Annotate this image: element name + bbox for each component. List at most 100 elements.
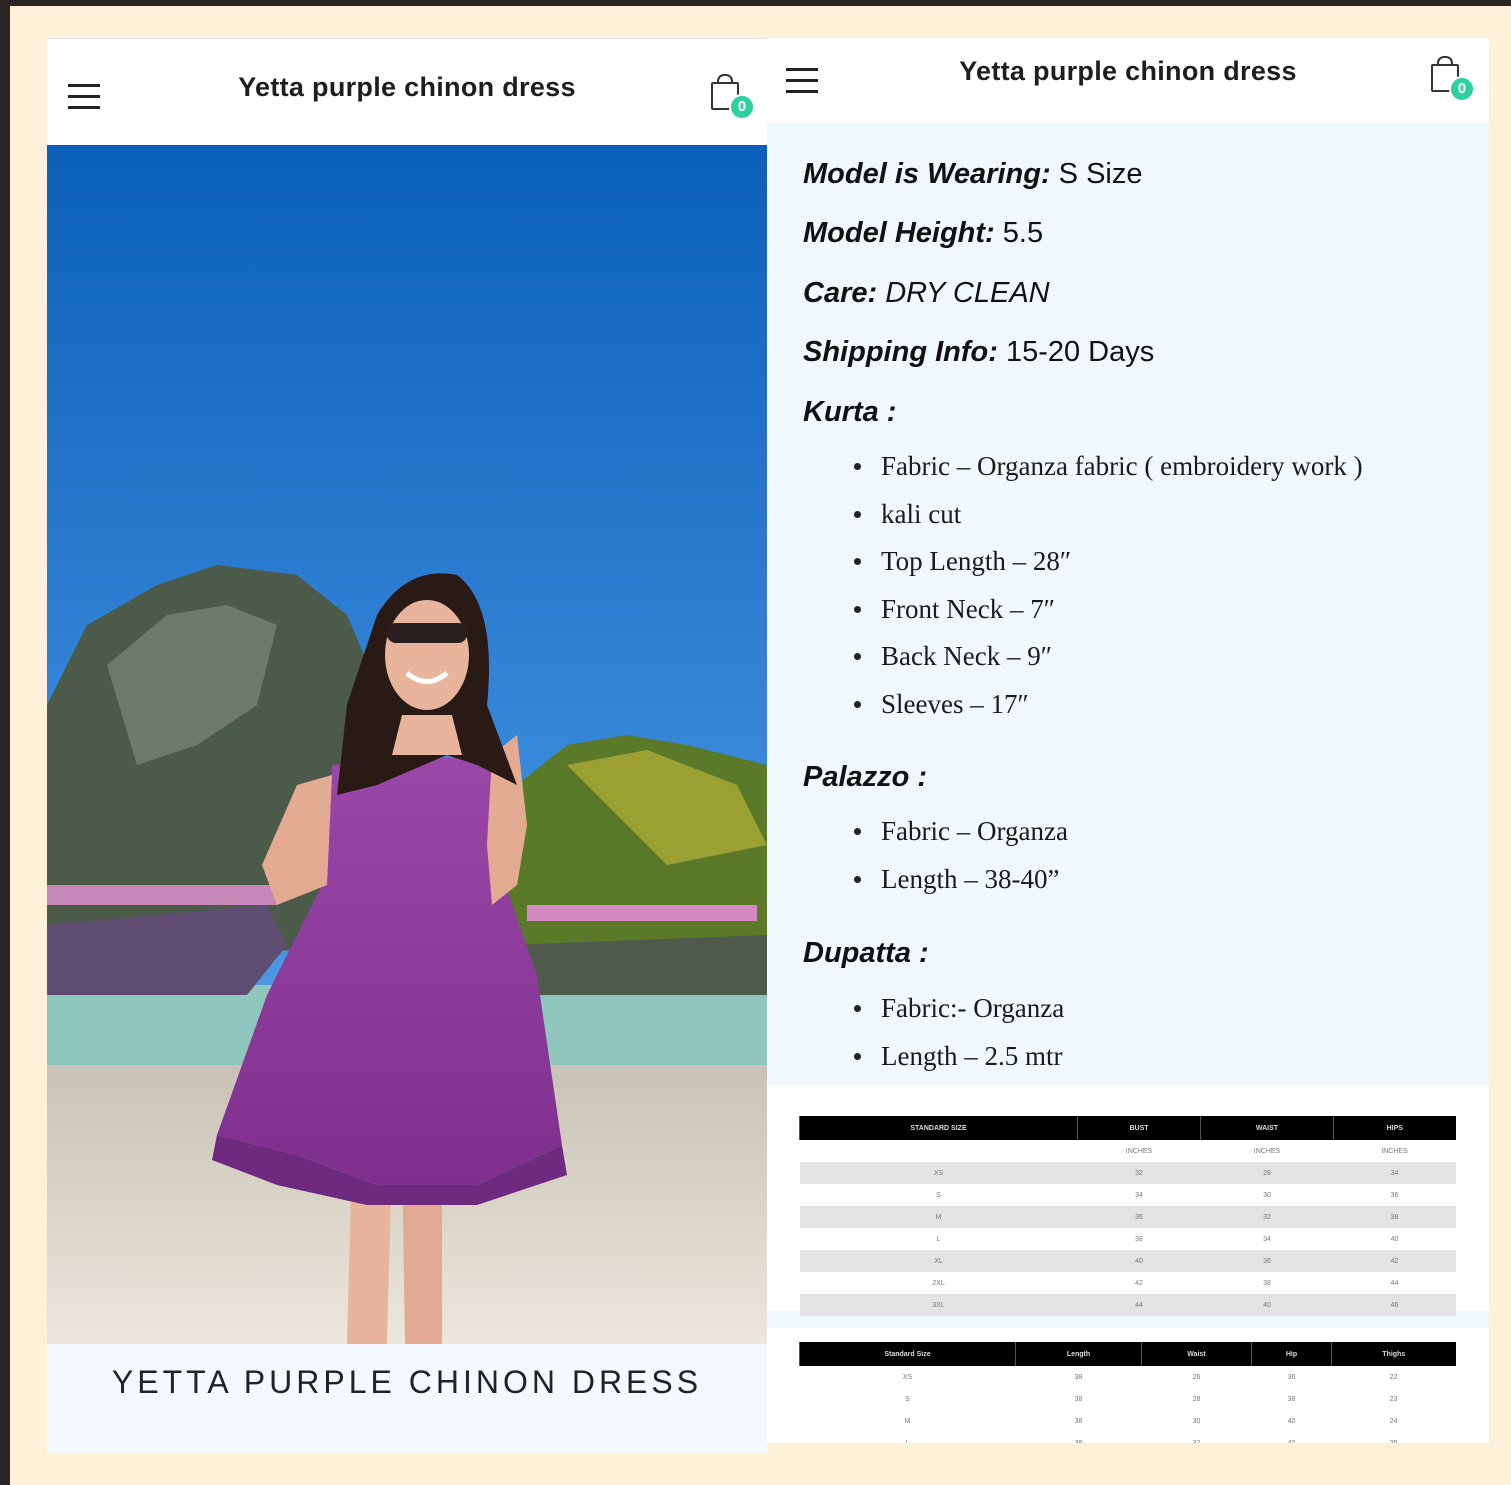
- bottom-size-chart-table: Standard Size Length Waist Hip Thighs XS…: [799, 1342, 1456, 1443]
- table-cell: 36: [1200, 1250, 1334, 1272]
- table-cell: 38: [1287, 1395, 1296, 1403]
- table-row: 3XL 44 40 46: [799, 1294, 1456, 1316]
- cart-icon[interactable]: 0: [709, 72, 755, 120]
- table-cell: 40: [1200, 1294, 1334, 1316]
- table-cell: 38: [1074, 1417, 1083, 1425]
- table-cell: INCHES: [1125, 1147, 1153, 1155]
- table-header: STANDARD SIZE: [799, 1116, 1078, 1140]
- list-item: Back Neck – 9″: [767, 638, 1363, 686]
- frame-left-edge: [0, 0, 10, 1485]
- table-header: Thighs: [1331, 1342, 1456, 1366]
- table-cell: 23: [1389, 1395, 1398, 1403]
- table-cell: 44: [1077, 1294, 1201, 1316]
- table-header: Standard Size: [799, 1342, 1016, 1366]
- spec-value: 5.5: [994, 217, 1044, 249]
- list-item: Top Length – 28″: [767, 543, 1363, 591]
- dupatta-details-list: Fabric:- Organza Length – 2.5 mtr: [767, 990, 1064, 1085]
- table-cell: XL: [799, 1250, 1078, 1272]
- table-row: M 38 30 40 24: [800, 1410, 1456, 1432]
- table-cell: 36: [1390, 1191, 1399, 1199]
- table-cell: L: [936, 1235, 941, 1243]
- spec-care: Care: DRY CLEAN: [803, 277, 1050, 310]
- top-header-right: Yetta purple chinon dress 0: [767, 38, 1489, 122]
- frame-top-edge: [0, 0, 1511, 6]
- table-cell: M: [904, 1417, 911, 1425]
- spec-model-wearing: Model is Wearing: S Size: [803, 158, 1142, 191]
- product-screen-left: Yetta purple chinon dress 0 YETTA PURPLE…: [47, 38, 767, 1453]
- table-cell: 40: [1390, 1235, 1399, 1243]
- product-name: YETTA PURPLE CHINON DRESS: [47, 1344, 767, 1453]
- cart-count-badge: 0: [1449, 76, 1475, 102]
- product-screen-right: Yetta purple chinon dress 0 Model is Wea…: [767, 38, 1489, 1443]
- table-cell: 34: [1333, 1162, 1456, 1184]
- size-chart-bottom: Standard Size Length Waist Hip Thighs XS…: [767, 1328, 1489, 1443]
- spec-model-height: Model Height: 5.5: [803, 217, 1043, 250]
- table-cell: 42: [1333, 1250, 1456, 1272]
- section-heading-palazzo: Palazzo :: [803, 761, 928, 793]
- list-item: kali cut: [767, 496, 1363, 544]
- table-cell: XS: [799, 1162, 1078, 1184]
- list-item: Length – 2.5 mtr: [767, 1038, 1064, 1086]
- spec-label: Model is Wearing:: [803, 158, 1051, 190]
- table-cell: 32: [1200, 1206, 1334, 1228]
- table-cell: 30: [1263, 1191, 1271, 1199]
- table-cell: 34: [1263, 1235, 1271, 1243]
- table-cell: 26: [1192, 1373, 1201, 1381]
- table-cell: 46: [1333, 1294, 1456, 1316]
- table-header: BUST: [1077, 1116, 1201, 1140]
- table-cell: 38: [1074, 1373, 1083, 1381]
- palazzo-details-list: Fabric – Organza Length – 38-40”: [767, 813, 1068, 908]
- table-header: WAIST: [1200, 1116, 1334, 1140]
- table-header: HIPS: [1333, 1116, 1456, 1140]
- spec-value: S Size: [1050, 158, 1143, 190]
- size-chart-table: STANDARD SIZE BUST WAIST HIPS INCHES INC…: [799, 1116, 1456, 1316]
- spec-label: Model Height:: [803, 217, 995, 249]
- table-row: S 38 28 38 23: [800, 1388, 1456, 1410]
- table-row: L 38 32 42 25: [800, 1432, 1456, 1444]
- table-row: M 36 32 38: [799, 1206, 1456, 1228]
- table-cell: [800, 1140, 1078, 1162]
- table-cell: 3XL: [799, 1294, 1078, 1316]
- table-cell: 32: [1192, 1439, 1201, 1444]
- list-item: Fabric – Organza fabric ( embroidery wor…: [767, 448, 1363, 496]
- table-cell: 25: [1389, 1439, 1398, 1444]
- table-cell: 42: [1287, 1439, 1296, 1444]
- section-heading-dupatta: Dupatta :: [803, 937, 929, 969]
- table-cell: XS: [902, 1373, 913, 1381]
- table-cell: 36: [1287, 1373, 1296, 1381]
- table-cell: 30: [1192, 1417, 1201, 1425]
- list-item: Front Neck – 7″: [767, 591, 1363, 639]
- table-cell: S: [936, 1191, 941, 1199]
- table-cell: INCHES: [1253, 1147, 1281, 1155]
- table-header: Waist: [1141, 1342, 1252, 1366]
- kurta-details-list: Fabric – Organza fabric ( embroidery wor…: [767, 448, 1363, 733]
- table-row: XS 32 28 34: [799, 1162, 1456, 1184]
- list-item: Fabric:- Organza: [767, 990, 1064, 1038]
- table-cell: 2XL: [932, 1279, 945, 1287]
- spec-shipping: Shipping Info: 15-20 Days: [803, 336, 1154, 369]
- table-header: Length: [1015, 1342, 1142, 1366]
- cart-icon[interactable]: 0: [1429, 54, 1475, 102]
- table-cell: 34: [1135, 1191, 1143, 1199]
- table-row: XS 38 26 36 22: [800, 1366, 1456, 1388]
- table-cell: 38: [1333, 1206, 1456, 1228]
- table-cell: 28: [1192, 1395, 1201, 1403]
- table-cell: 38: [1074, 1439, 1083, 1444]
- table-cell: 36: [1077, 1206, 1201, 1228]
- list-item: Sleeves – 17″: [767, 686, 1363, 734]
- table-cell: 32: [1077, 1162, 1201, 1184]
- section-heading-kurta: Kurta :: [803, 396, 897, 428]
- table-cell: S: [905, 1395, 910, 1403]
- spec-value: DRY CLEAN: [877, 277, 1050, 309]
- table-row: 2XL 42 38 44: [800, 1272, 1456, 1294]
- table-cell: 38: [1135, 1235, 1143, 1243]
- table-cell: 22: [1389, 1373, 1398, 1381]
- table-header: Hip: [1251, 1342, 1332, 1366]
- page-title: Yetta purple chinon dress: [238, 72, 576, 102]
- cart-count-badge: 0: [729, 94, 755, 120]
- table-row: L 38 34 40: [800, 1228, 1456, 1250]
- table-row: S 34 30 36: [800, 1184, 1456, 1206]
- product-photo[interactable]: [47, 145, 767, 1344]
- table-cell: 38: [1263, 1279, 1271, 1287]
- top-header: Yetta purple chinon dress 0: [47, 38, 767, 145]
